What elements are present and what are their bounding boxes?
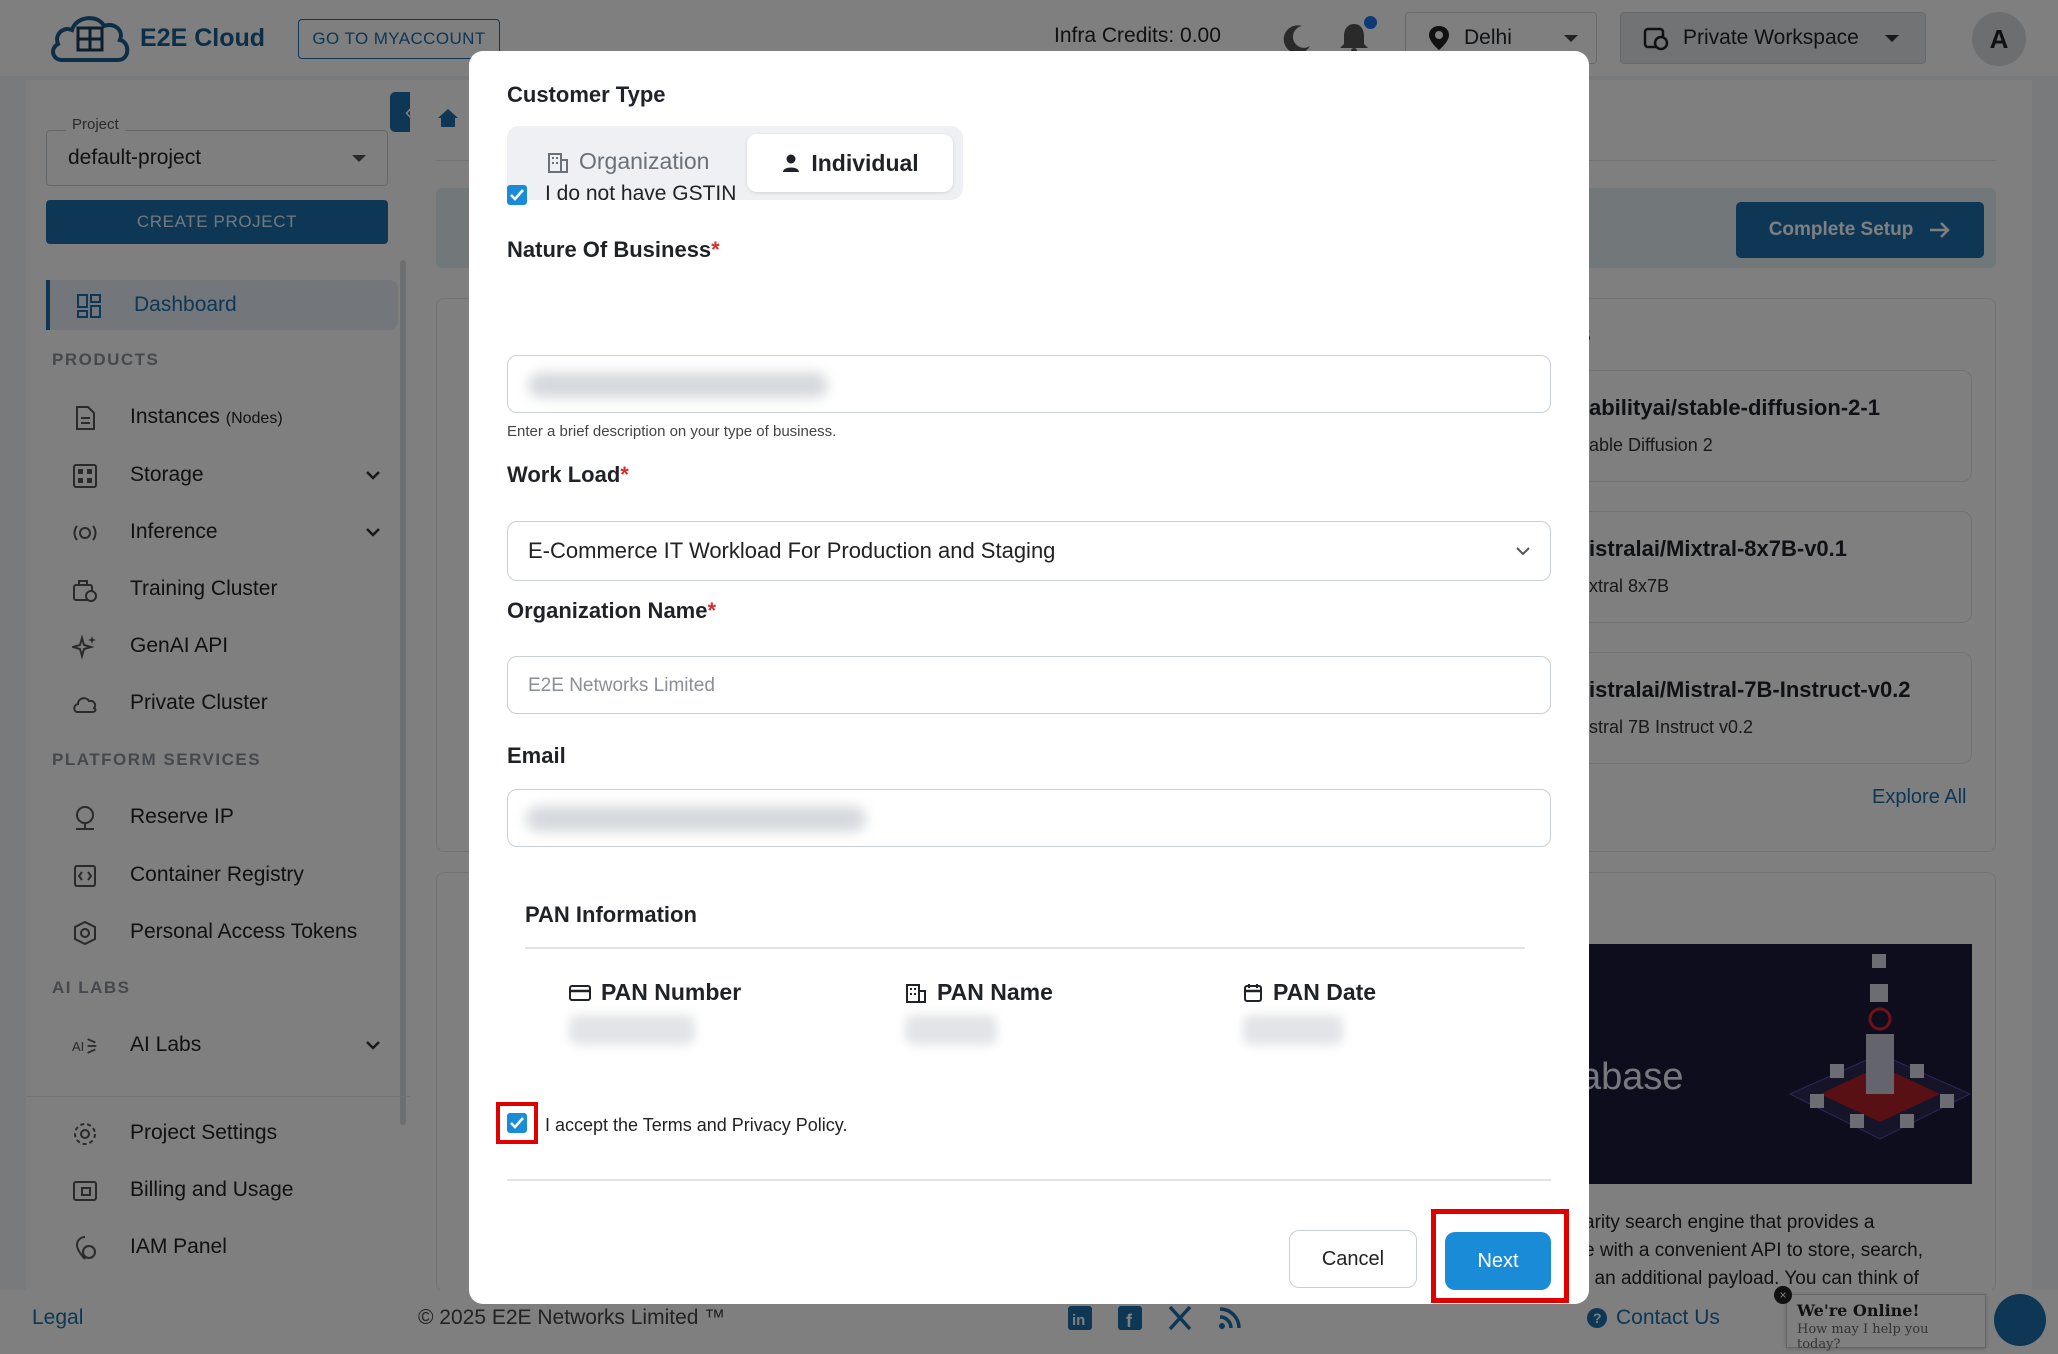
organization-name-input[interactable]: E2E Networks Limited (507, 656, 1551, 714)
tab-organization[interactable]: Organization (547, 148, 709, 175)
email-label: Email (507, 743, 566, 768)
organization-name-label: Organization Name* (507, 598, 716, 624)
gstin-checkbox[interactable] (507, 185, 527, 205)
pan-date-header: PAN Date (1243, 979, 1376, 1006)
work-load-value: E-Commerce IT Workload For Production an… (528, 538, 1056, 563)
pan-date-label: PAN Date (1273, 979, 1377, 1005)
checkmark-icon (510, 189, 524, 201)
modal-footer-divider (507, 1179, 1551, 1181)
nature-of-business-helper: Enter a brief description on your type o… (507, 423, 837, 440)
next-button[interactable]: Next (1445, 1232, 1551, 1290)
email-input[interactable] (507, 789, 1551, 847)
nature-of-business-input[interactable] (507, 355, 1551, 413)
pan-number-header: PAN Number (569, 979, 741, 1006)
required-mark: * (711, 237, 720, 262)
pan-information-title: PAN Information (525, 902, 697, 927)
tab-organization-label: Organization (579, 148, 710, 174)
chevron-down-icon (1516, 547, 1530, 556)
building-icon (906, 983, 926, 1003)
pan-name-value (905, 1015, 997, 1045)
credit-card-icon (569, 984, 591, 1001)
customer-details-modal: Customer Type Organization Individual I … (469, 51, 1589, 1304)
work-load-select[interactable]: E-Commerce IT Workload For Production an… (507, 521, 1551, 581)
terms-checkbox[interactable] (507, 1113, 527, 1133)
pan-divider (525, 947, 1525, 949)
tab-individual[interactable]: Individual (747, 134, 953, 192)
pan-name-header: PAN Name (905, 979, 1053, 1006)
pan-name-label: PAN Name (937, 979, 1053, 1005)
redacted-value (528, 372, 828, 398)
cancel-button[interactable]: Cancel (1289, 1230, 1417, 1288)
terms-label: I accept the Terms and Privacy Policy. (545, 1115, 848, 1135)
checkmark-icon (510, 1117, 524, 1129)
required-mark: * (620, 462, 629, 487)
pan-date-value (1243, 1015, 1343, 1045)
organization-name-placeholder: E2E Networks Limited (528, 675, 715, 696)
redacted-value (526, 806, 866, 832)
customer-type-label: Customer Type (507, 82, 666, 107)
gstin-label: I do not have GSTIN (545, 182, 737, 205)
pan-number-value (569, 1015, 695, 1045)
person-icon (783, 154, 800, 172)
tab-individual-label: Individual (811, 149, 919, 176)
calendar-icon (1244, 983, 1262, 1002)
nature-of-business-label: Nature Of Business* (507, 237, 720, 263)
organization-name-text: Organization Name (507, 598, 708, 623)
pan-number-label: PAN Number (601, 979, 742, 1005)
work-load-label: Work Load* (507, 462, 629, 488)
work-load-text: Work Load (507, 462, 621, 487)
building-icon (548, 152, 568, 173)
nature-of-business-text: Nature Of Business (507, 237, 712, 262)
required-mark: * (707, 598, 717, 623)
